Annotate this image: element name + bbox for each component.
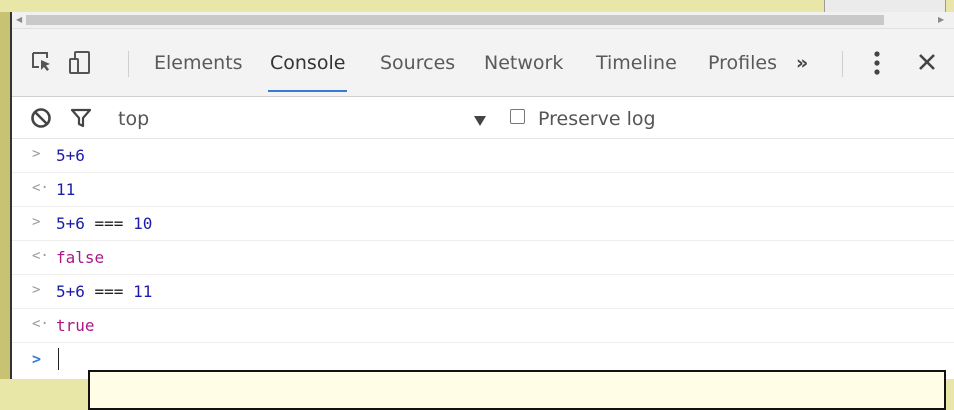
scroll-right-icon[interactable]: ▶ bbox=[938, 15, 944, 25]
devtools-toolbar: Elements Console Sources Network Timelin… bbox=[12, 29, 954, 97]
device-toolbar-icon[interactable] bbox=[68, 50, 92, 80]
console-number-literal: 5+6 bbox=[56, 214, 85, 233]
console-input-text: 5+6 === 10 bbox=[56, 214, 152, 233]
console-number-literal: 10 bbox=[133, 214, 153, 233]
input-prompt-icon: > bbox=[32, 282, 41, 298]
console-input-line: > 5+6 bbox=[12, 139, 954, 173]
input-prompt-icon: > bbox=[32, 146, 41, 162]
tab-console[interactable]: Console bbox=[267, 53, 348, 97]
toolbar-separator bbox=[128, 51, 129, 77]
console-result-text: false bbox=[56, 248, 105, 267]
inspect-element-icon[interactable] bbox=[30, 50, 54, 78]
close-icon[interactable] bbox=[918, 53, 936, 75]
clear-console-icon[interactable] bbox=[30, 107, 52, 133]
tab-elements[interactable]: Elements bbox=[154, 53, 243, 97]
console-input-text: 5+6 bbox=[56, 146, 85, 165]
tab-network[interactable]: Network bbox=[484, 53, 563, 97]
tab-timeline[interactable]: Timeline bbox=[596, 53, 677, 97]
console-result-line: <· false bbox=[12, 241, 954, 275]
console-operator: === bbox=[84, 214, 134, 233]
context-selector[interactable]: top bbox=[118, 108, 149, 130]
console-output: > 5+6 <· 11 > 5+6 === 10 <· false > 5+6 … bbox=[12, 139, 954, 379]
console-result-text: true bbox=[56, 316, 95, 335]
more-tabs-icon[interactable]: » bbox=[796, 53, 808, 97]
scrollbar-thumb[interactable] bbox=[26, 15, 884, 25]
console-result-line: <· true bbox=[12, 309, 954, 343]
console-result-text: 11 bbox=[56, 180, 76, 199]
background-top bbox=[0, 0, 954, 12]
tab-profiles[interactable]: Profiles bbox=[708, 53, 777, 97]
tab-sources[interactable]: Sources bbox=[380, 53, 455, 97]
devtools-window: ◀ ▶ Elements Console Sources Network Tim… bbox=[10, 12, 954, 379]
background-frame bbox=[0, 0, 10, 379]
console-prompt-icon: > bbox=[32, 350, 42, 368]
console-input-line: > 5+6 === 10 bbox=[12, 207, 954, 241]
console-operator: === bbox=[84, 282, 134, 301]
toolbar-separator bbox=[842, 51, 843, 77]
console-filter-bar: top Preserve log bbox=[12, 97, 954, 139]
scroll-left-icon[interactable]: ◀ bbox=[16, 15, 22, 25]
console-number-literal: 5+6 bbox=[56, 282, 85, 301]
input-prompt-icon: > bbox=[32, 214, 41, 230]
output-prompt-icon: <· bbox=[32, 248, 49, 264]
preserve-log-checkbox[interactable] bbox=[510, 109, 525, 124]
console-input-line: > 5+6 === 11 bbox=[12, 275, 954, 309]
console-input-text: 5+6 === 11 bbox=[56, 282, 152, 301]
console-number-literal: 11 bbox=[133, 282, 153, 301]
horizontal-scrollbar[interactable]: ◀ ▶ bbox=[12, 12, 954, 29]
filter-icon[interactable] bbox=[70, 107, 92, 133]
dropdown-arrow-icon[interactable] bbox=[474, 112, 486, 131]
annotation-callout bbox=[88, 370, 946, 410]
console-result-line: <· 11 bbox=[12, 173, 954, 207]
preserve-log-label: Preserve log bbox=[538, 108, 656, 130]
text-caret bbox=[58, 348, 59, 370]
output-prompt-icon: <· bbox=[32, 180, 49, 196]
kebab-menu-icon[interactable] bbox=[872, 49, 882, 81]
output-prompt-icon: <· bbox=[32, 316, 49, 332]
